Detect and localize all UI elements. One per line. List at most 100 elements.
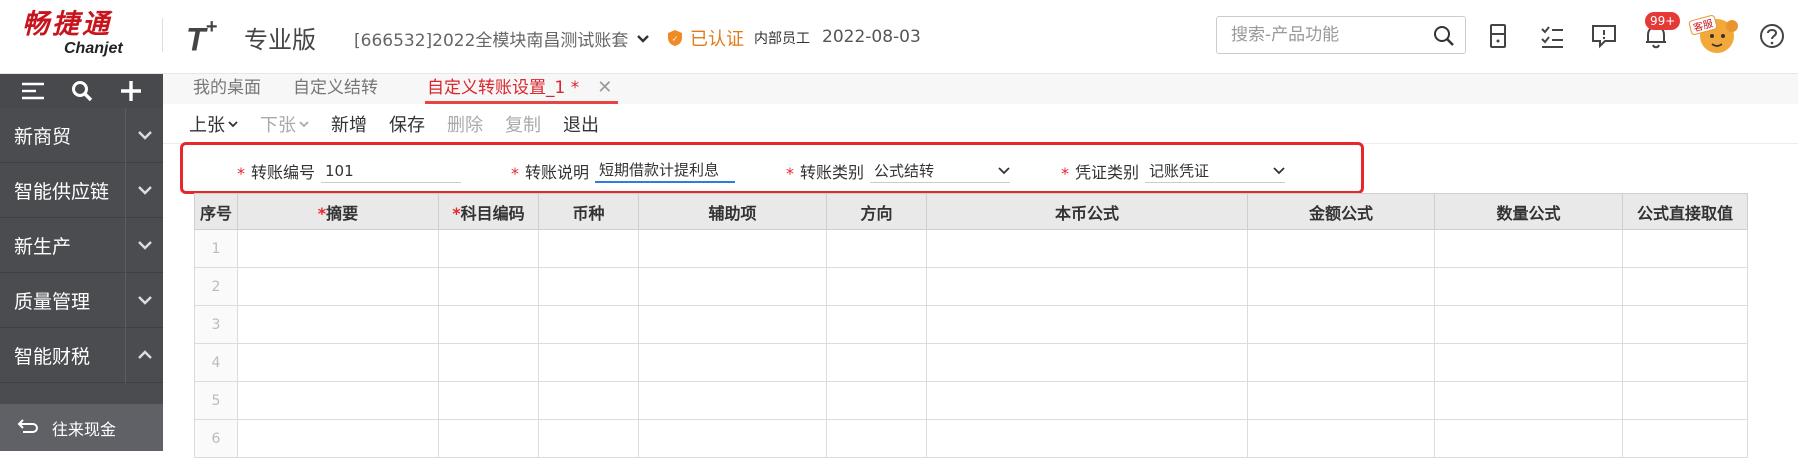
exit-button[interactable]: 退出 bbox=[563, 111, 599, 137]
grid-cell[interactable] bbox=[538, 381, 639, 420]
tab-custom-transfer-setting[interactable]: 自定义转账设置_1 * ✕ bbox=[425, 74, 619, 104]
grid-cell[interactable] bbox=[638, 343, 827, 382]
sidebar-item-quality[interactable]: 质量管理 bbox=[0, 272, 163, 328]
grid-cell[interactable] bbox=[926, 267, 1248, 306]
grid-cell[interactable] bbox=[1247, 305, 1435, 344]
grid-cell[interactable] bbox=[926, 419, 1248, 458]
grid-cell[interactable] bbox=[1247, 381, 1435, 420]
expand-toggle[interactable] bbox=[125, 162, 163, 218]
grid-cell[interactable] bbox=[1622, 229, 1748, 268]
grid-cell[interactable] bbox=[237, 229, 439, 268]
sidebar-item-new-trade[interactable]: 新商贸 bbox=[0, 107, 163, 163]
grid-cell[interactable] bbox=[826, 419, 927, 458]
sidebar-item-finance-tax[interactable]: 智能财税 bbox=[0, 327, 163, 383]
grid-cell[interactable] bbox=[237, 343, 439, 382]
grid-cell[interactable] bbox=[926, 305, 1248, 344]
sidebar-item-new-production[interactable]: 新生产 bbox=[0, 217, 163, 273]
column-header[interactable]: 公式直接取值 bbox=[1622, 193, 1748, 230]
grid-cell[interactable] bbox=[638, 229, 827, 268]
grid-cell[interactable] bbox=[1622, 343, 1748, 382]
grid-cell[interactable] bbox=[1434, 343, 1623, 382]
search-icon[interactable] bbox=[70, 79, 94, 103]
expand-toggle[interactable] bbox=[125, 217, 163, 273]
menu-icon[interactable] bbox=[20, 80, 46, 102]
grid-cell[interactable] bbox=[638, 305, 827, 344]
column-header[interactable]: 辅助项 bbox=[638, 193, 827, 230]
search-box[interactable] bbox=[1216, 16, 1466, 54]
column-header[interactable]: 序号 bbox=[194, 193, 238, 230]
transfer-type-select[interactable]: 公式结转 bbox=[870, 159, 1011, 183]
column-header[interactable]: 方向 bbox=[826, 193, 927, 230]
calculator-icon[interactable] bbox=[1484, 22, 1512, 50]
close-icon[interactable]: ✕ bbox=[597, 77, 612, 98]
grid-cell[interactable] bbox=[538, 305, 639, 344]
column-header[interactable]: 本币公式 bbox=[926, 193, 1248, 230]
search-input[interactable] bbox=[1217, 17, 1417, 53]
grid-cell[interactable] bbox=[538, 343, 639, 382]
grid-cell[interactable] bbox=[1247, 343, 1435, 382]
grid-cell[interactable] bbox=[538, 267, 639, 306]
column-header[interactable]: *科目编码 bbox=[438, 193, 539, 230]
delete-button[interactable]: 删除 bbox=[447, 111, 483, 137]
copy-button[interactable]: 复制 bbox=[505, 111, 541, 137]
grid-cell[interactable] bbox=[1434, 305, 1623, 344]
checklist-icon[interactable] bbox=[1538, 22, 1566, 50]
help-icon[interactable] bbox=[1758, 22, 1786, 50]
grid-cell[interactable] bbox=[926, 229, 1248, 268]
grid-cell[interactable] bbox=[438, 229, 539, 268]
grid-cell[interactable] bbox=[237, 419, 439, 458]
grid-cell[interactable] bbox=[438, 267, 539, 306]
grid-cell[interactable] bbox=[438, 305, 539, 344]
grid-cell[interactable] bbox=[538, 419, 639, 458]
certification-status[interactable]: ✓ 已认证 内部员工 bbox=[666, 25, 810, 51]
grid-cell[interactable] bbox=[1622, 267, 1748, 306]
grid-cell[interactable] bbox=[1247, 419, 1435, 458]
grid-cell[interactable] bbox=[237, 267, 439, 306]
expand-toggle[interactable] bbox=[125, 107, 163, 163]
sidebar-item-supply-chain[interactable]: 智能供应链 bbox=[0, 162, 163, 218]
customer-service-avatar[interactable]: 客服 bbox=[1688, 14, 1742, 56]
column-header[interactable]: 金额公式 bbox=[1247, 193, 1435, 230]
expand-toggle[interactable] bbox=[125, 327, 163, 383]
grid-cell[interactable] bbox=[438, 419, 539, 458]
grid-cell[interactable] bbox=[438, 343, 539, 382]
grid-cell[interactable] bbox=[237, 381, 439, 420]
grid-cell[interactable] bbox=[1434, 267, 1623, 306]
grid-cell[interactable] bbox=[638, 381, 827, 420]
grid-cell[interactable] bbox=[638, 267, 827, 306]
next-button[interactable]: 下张 bbox=[260, 111, 309, 137]
grid-cell[interactable] bbox=[1622, 305, 1748, 344]
feedback-icon[interactable] bbox=[1590, 22, 1618, 50]
grid-cell[interactable] bbox=[1247, 267, 1435, 306]
grid-cell[interactable] bbox=[1434, 419, 1623, 458]
grid-cell[interactable] bbox=[1622, 381, 1748, 420]
column-header[interactable]: 币种 bbox=[538, 193, 639, 230]
save-button[interactable]: 保存 bbox=[389, 111, 425, 137]
grid-cell[interactable] bbox=[926, 381, 1248, 420]
tab-custom-carryover[interactable]: 自定义结转 bbox=[293, 74, 378, 104]
grid-cell[interactable] bbox=[1434, 381, 1623, 420]
grid-cell[interactable] bbox=[926, 343, 1248, 382]
grid-cell[interactable] bbox=[826, 305, 927, 344]
transfer-no-input[interactable]: 101 bbox=[321, 159, 462, 183]
grid-cell[interactable] bbox=[826, 267, 927, 306]
plus-icon[interactable] bbox=[119, 79, 143, 103]
transfer-desc-input[interactable]: 短期借款计提利息 bbox=[595, 159, 736, 183]
column-header[interactable]: *摘要 bbox=[237, 193, 439, 230]
tab-my-desktop[interactable]: 我的桌面 bbox=[193, 74, 261, 104]
column-header[interactable]: 数量公式 bbox=[1434, 193, 1623, 230]
chanjet-logo[interactable]: 畅捷通 Chanjet bbox=[22, 10, 142, 58]
prev-button[interactable]: 上张 bbox=[189, 111, 238, 137]
new-button[interactable]: 新增 bbox=[331, 111, 367, 137]
grid-cell[interactable] bbox=[538, 229, 639, 268]
grid-cell[interactable] bbox=[638, 419, 827, 458]
search-icon[interactable] bbox=[1433, 25, 1455, 47]
grid-cell[interactable] bbox=[237, 305, 439, 344]
grid-cell[interactable] bbox=[826, 381, 927, 420]
account-selector[interactable]: [666532]2022全模块南昌测试账套 bbox=[354, 26, 650, 51]
sidebar-subitem-cash[interactable]: 往来现金 bbox=[0, 404, 163, 451]
expand-toggle[interactable] bbox=[125, 272, 163, 328]
grid-cell[interactable] bbox=[438, 381, 539, 420]
voucher-type-select[interactable]: 记账凭证 bbox=[1145, 159, 1286, 183]
grid-cell[interactable] bbox=[826, 343, 927, 382]
